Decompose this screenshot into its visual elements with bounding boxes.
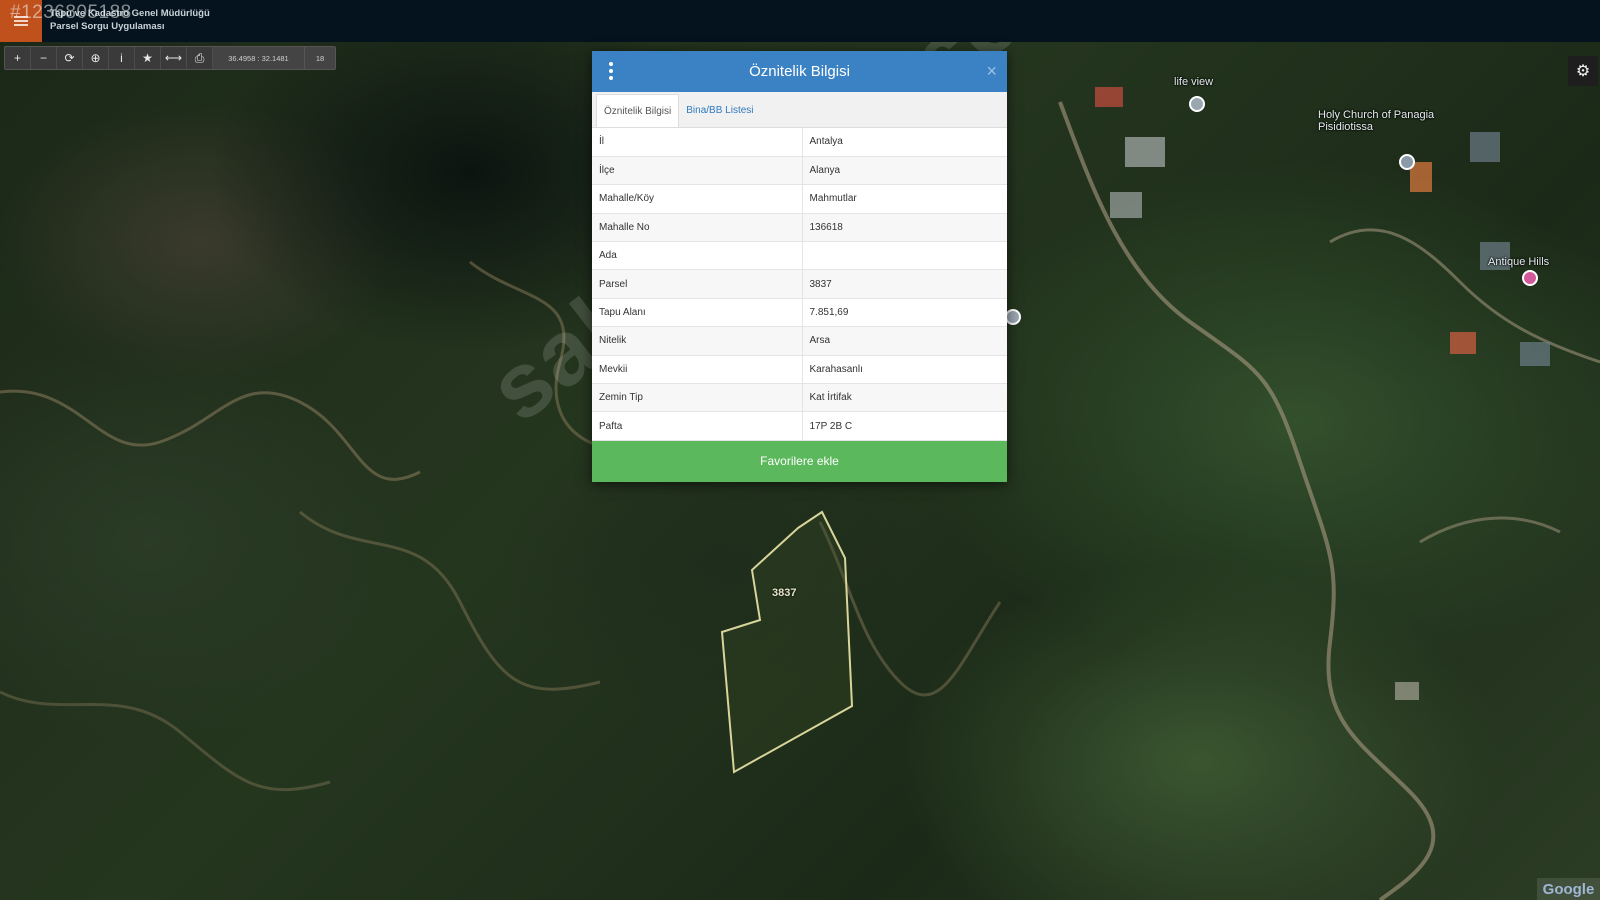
attribute-key: Mahalle No [592,213,803,243]
dialog-tabs: Öznitelik Bilgisi Bina/BB Listesi [592,92,1007,128]
coordinates-readout: 36.4958 : 32.1481 [213,47,305,69]
dialog-title: Öznitelik Bilgisi [749,63,850,80]
google-attribution: Google [1537,878,1600,900]
attribute-value: 3837 [802,269,1007,299]
attribute-key: İlçe [592,156,803,186]
attribute-value: Arsa [802,326,1007,356]
locate-button[interactable]: ⊕ [83,47,109,69]
attribute-key: Mahalle/Köy [592,184,803,214]
attribute-value: 7.851,69 [802,298,1007,328]
attribute-value: Karahasanlı [802,355,1007,385]
attribute-value: 17P 2B C [802,411,1007,441]
attribute-value [802,241,1007,271]
table-row: İl Antalya [592,128,1007,157]
zoom-in-button[interactable]: + [5,47,31,69]
building [1110,192,1142,218]
table-row: Mevkii Karahasanlı [592,355,1007,385]
dialog-header: Öznitelik Bilgisi × [592,51,1007,92]
print-button[interactable]: ⎙ [187,47,213,69]
attribute-key: Zemin Tip [592,383,803,413]
measure-button[interactable]: ⟷ [161,47,187,69]
building [1095,87,1123,107]
building [1395,682,1419,700]
attribute-info-dialog: Öznitelik Bilgisi × Öznitelik Bilgisi Bi… [592,51,1007,482]
top-bar: Tapu ve Kadastro Genel Müdürlüğü Parsel … [0,0,1600,42]
building [1450,332,1476,354]
add-to-favorites-button[interactable]: Favorilere ekle [592,440,1007,482]
table-row: İlçe Alanya [592,156,1007,186]
tab-building-list[interactable]: Bina/BB Listesi [679,94,760,127]
map-toolbar: + − ⟳ ⊕ i ★ ⟷ ⎙ 36.4958 : 32.1481 18 [4,46,336,70]
more-options-icon[interactable] [604,60,618,82]
zoom-level-readout: 18 [305,47,335,69]
attribute-key: Mevkii [592,355,803,385]
attribute-table: İl Antalya İlçe Alanya Mahalle/Köy Mahmutlar M… [592,128,1007,441]
attribute-value: Kat İrtifak [802,383,1007,413]
gear-icon[interactable]: ⚙ [1568,56,1598,86]
attribute-value: 136618 [802,213,1007,243]
hotel-pin-icon[interactable] [1522,270,1538,286]
tab-attribute-info[interactable]: Öznitelik Bilgisi [596,94,680,127]
attribute-key: Parsel [592,269,803,299]
parcel-number-label: 3837 [772,587,797,599]
building [1125,137,1165,167]
close-icon[interactable]: × [986,61,997,81]
info-button[interactable]: i [109,47,135,69]
church-pin-icon[interactable] [1399,154,1415,170]
attribute-key: İl [592,128,803,157]
table-row: Nitelik Arsa [592,326,1007,356]
attribute-key: Tapu Alanı [592,298,803,328]
table-row: Mahalle/Köy Mahmutlar [592,184,1007,214]
zoom-out-button[interactable]: − [31,47,57,69]
refresh-button[interactable]: ⟳ [57,47,83,69]
building [1520,342,1550,366]
map-label-life-view[interactable]: life view [1174,76,1213,88]
table-row: Tapu Alanı 7.851,69 [592,298,1007,328]
attribute-value: Alanya [802,156,1007,186]
place-pin-icon[interactable] [1005,309,1021,325]
attribute-key: Nitelik [592,326,803,356]
parcel-polygon[interactable] [720,510,854,774]
listing-id-watermark: #1236805188 [10,2,132,23]
place-pin-icon[interactable] [1189,96,1205,112]
map-label-church[interactable]: Holy Church of Panagia Pisidiotissa [1318,109,1438,133]
attribute-key: Pafta [592,411,803,441]
attribute-key: Ada [592,241,803,271]
map-label-antique-hills[interactable]: Antique Hills [1488,256,1549,268]
table-row: Parsel 3837 [592,269,1007,299]
building [1470,132,1500,162]
table-row: Pafta 17P 2B C [592,411,1007,441]
attribute-value: Mahmutlar [802,184,1007,214]
attribute-value: Antalya [802,128,1007,157]
table-row: Zemin Tip Kat İrtifak [592,383,1007,413]
table-row: Ada [592,241,1007,271]
favorite-button[interactable]: ★ [135,47,161,69]
table-row: Mahalle No 136618 [592,213,1007,243]
